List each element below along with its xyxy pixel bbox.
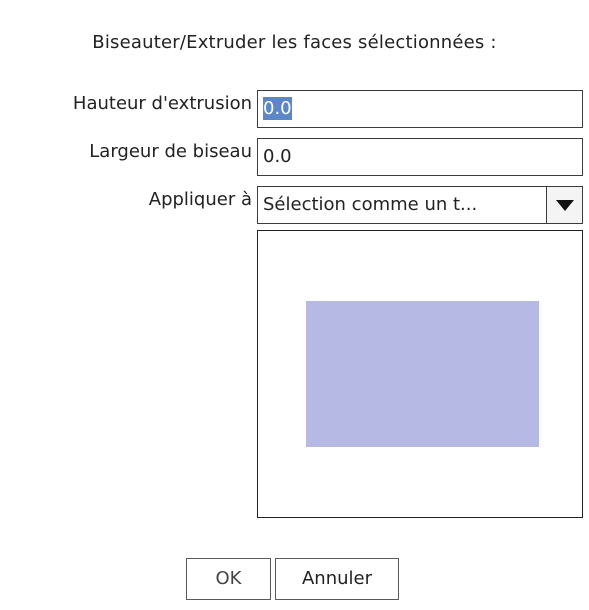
- ok-button[interactable]: OK: [186, 558, 271, 600]
- chevron-down-icon: [556, 200, 574, 211]
- apply-to-dropdown-button[interactable]: [546, 186, 583, 224]
- extrusion-height-field[interactable]: 0.0: [257, 90, 583, 128]
- extrusion-height-value: 0.0: [263, 97, 292, 120]
- bevel-width-value: 0.0: [263, 146, 292, 167]
- cancel-button[interactable]: Annuler: [275, 558, 399, 600]
- bevel-width-label: Largeur de biseau: [89, 141, 252, 162]
- apply-to-label: Appliquer à: [148, 189, 252, 210]
- dialog-title: Biseauter/Extruder les faces sélectionné…: [92, 32, 497, 53]
- bevel-width-field[interactable]: 0.0: [257, 138, 583, 176]
- bevel-extrude-dialog: Biseauter/Extruder les faces sélectionné…: [0, 0, 589, 610]
- apply-to-dropdown[interactable]: Sélection comme un t...: [257, 186, 583, 224]
- extrusion-height-label: Hauteur d'extrusion: [72, 93, 252, 114]
- extrusion-preview: [257, 230, 583, 518]
- apply-to-selected-value[interactable]: Sélection comme un t...: [257, 186, 548, 224]
- preview-face-shape: [306, 301, 539, 447]
